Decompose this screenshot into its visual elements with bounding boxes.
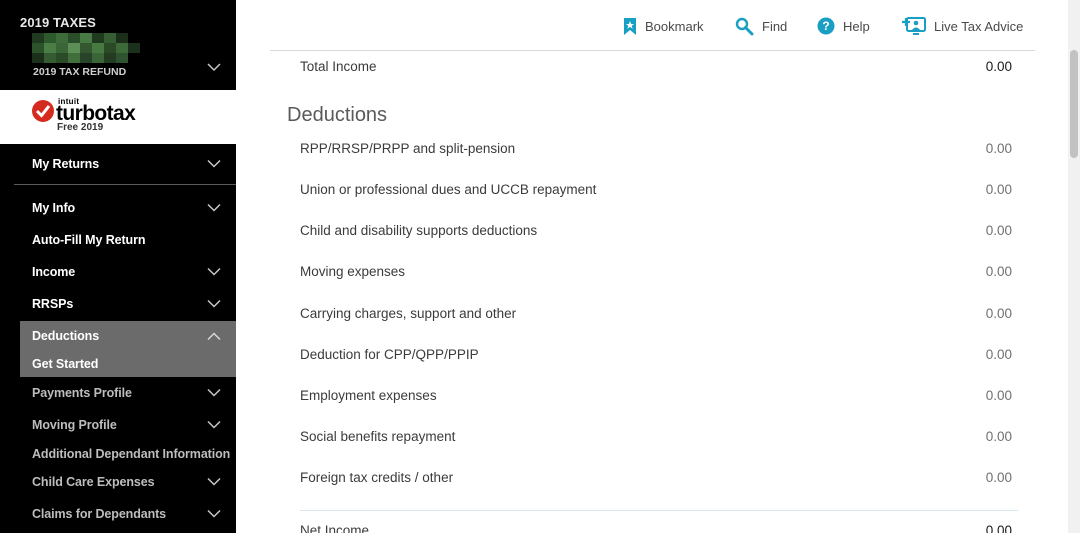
sidebar-item-claims-for-dependants[interactable]: Claims for Dependants bbox=[20, 499, 236, 529]
row-label: Social benefits repayment bbox=[300, 429, 456, 444]
sidebar-item-label: Claims for Dependants bbox=[32, 507, 167, 521]
total-income-row: Total Income 0.00 bbox=[300, 59, 1025, 79]
net-income-row: Net Income 0.00 bbox=[300, 523, 1025, 533]
deduction-row: Social benefits repayment 0.00 bbox=[300, 429, 1025, 449]
svg-text:?: ? bbox=[822, 19, 829, 33]
turbotax-logo: intuit turbotax Free 2019 bbox=[0, 90, 236, 144]
row-value: 0.00 bbox=[985, 429, 1012, 444]
chevron-up-icon bbox=[207, 332, 221, 341]
row-label: Net Income bbox=[300, 523, 370, 533]
sidebar-item-label: Moving Profile bbox=[32, 418, 117, 432]
refund-amount-redacted bbox=[32, 33, 140, 63]
sidebar-item-label: Get Started bbox=[32, 357, 99, 371]
row-label: Union or professional dues and UCCB repa… bbox=[300, 182, 597, 197]
find-button[interactable]: Find bbox=[735, 15, 787, 37]
row-value: 0.00 bbox=[985, 182, 1012, 197]
search-icon bbox=[735, 17, 754, 35]
help-icon: ? bbox=[817, 17, 835, 35]
bookmark-label: Bookmark bbox=[645, 18, 704, 34]
sidebar-item-label: Additional Dependant Information bbox=[32, 447, 231, 461]
chevron-down-icon bbox=[207, 299, 221, 308]
sidebar-item-deductions[interactable]: Deductions bbox=[20, 321, 236, 351]
sidebar-item-my-info[interactable]: My Info bbox=[20, 193, 236, 223]
deduction-row: Foreign tax credits / other 0.00 bbox=[300, 470, 1025, 490]
row-label: Total Income bbox=[300, 59, 377, 74]
row-value: 0.00 bbox=[985, 347, 1012, 362]
deduction-row: Deduction for CPP/QPP/PPIP 0.00 bbox=[300, 347, 1025, 367]
row-value: 0.00 bbox=[985, 388, 1012, 403]
sidebar-item-label: Payments Profile bbox=[32, 386, 132, 400]
scrollbar-thumb[interactable] bbox=[1070, 50, 1078, 158]
row-value: 0.00 bbox=[985, 59, 1012, 74]
sidebar-item-auto-fill[interactable]: Auto-Fill My Return bbox=[20, 225, 236, 255]
row-value: 0.00 bbox=[985, 264, 1012, 279]
row-value: 0.00 bbox=[985, 470, 1012, 485]
sidebar-item-additional-dependant-information[interactable]: Additional Dependant Information bbox=[20, 439, 236, 469]
sidebar: 2019 TAXES 2019 TAX REFUND intuit turbot… bbox=[0, 0, 236, 533]
find-label: Find bbox=[762, 18, 788, 34]
live-tax-advice-button[interactable]: Live Tax Advice bbox=[901, 15, 1023, 37]
help-button[interactable]: ? Help bbox=[817, 15, 870, 37]
row-label: Employment expenses bbox=[300, 388, 437, 403]
chevron-down-icon bbox=[207, 388, 221, 397]
checkmark-logo-icon bbox=[32, 100, 54, 122]
chevron-down-icon[interactable] bbox=[207, 63, 221, 72]
row-label: Deduction for CPP/QPP/PPIP bbox=[300, 347, 479, 362]
sidebar-item-label: Income bbox=[32, 265, 76, 279]
row-label: RPP/RRSP/PRPP and split-pension bbox=[300, 141, 516, 156]
deduction-row: Moving expenses 0.00 bbox=[300, 264, 1025, 284]
deduction-row: Child and disability supports deductions… bbox=[300, 223, 1025, 243]
chevron-down-icon bbox=[207, 203, 221, 212]
help-label: Help bbox=[843, 18, 870, 34]
row-label: Foreign tax credits / other bbox=[300, 470, 454, 485]
top-toolbar: Bookmark Find ? Help Live Tax Advice bbox=[270, 0, 1035, 51]
deduction-row: Union or professional dues and UCCB repa… bbox=[300, 182, 1025, 202]
chevron-down-icon bbox=[207, 159, 221, 168]
sidebar-item-label: Auto-Fill My Return bbox=[32, 233, 146, 247]
net-income-divider bbox=[300, 510, 1018, 511]
row-label: Child and disability supports deductions bbox=[300, 223, 538, 238]
chevron-down-icon bbox=[207, 267, 221, 276]
sidebar-item-label: RRSPs bbox=[32, 297, 74, 311]
tax-refund-label: 2019 TAX REFUND bbox=[33, 66, 127, 78]
row-label: Moving expenses bbox=[300, 264, 406, 279]
sidebar-item-moving-profile[interactable]: Moving Profile bbox=[20, 410, 236, 440]
chevron-down-icon bbox=[207, 420, 221, 429]
bookmark-button[interactable]: Bookmark bbox=[623, 15, 704, 37]
live-advice-icon bbox=[902, 17, 926, 35]
row-value: 0.00 bbox=[985, 141, 1012, 156]
main-content: Bookmark Find ? Help Live Tax Advice Tot… bbox=[236, 0, 1080, 533]
deductions-heading: Deductions bbox=[287, 104, 388, 126]
sidebar-item-my-returns[interactable]: My Returns bbox=[20, 149, 236, 179]
sidebar-item-label: Child Care Expenses bbox=[32, 475, 155, 489]
sidebar-item-label: My Returns bbox=[32, 157, 100, 171]
tax-year-title: 2019 TAXES bbox=[20, 15, 96, 30]
row-value: 0.00 bbox=[985, 223, 1012, 238]
sidebar-item-get-started[interactable]: Get Started bbox=[20, 349, 236, 379]
row-label: Carrying charges, support and other bbox=[300, 306, 517, 321]
deduction-row: RPP/RRSP/PRPP and split-pension 0.00 bbox=[300, 141, 1025, 161]
sidebar-item-child-care-expenses[interactable]: Child Care Expenses bbox=[20, 467, 236, 497]
sidebar-item-income[interactable]: Income bbox=[20, 257, 236, 287]
sidebar-item-label: My Info bbox=[32, 201, 76, 215]
sidebar-item-label: Deductions bbox=[32, 329, 100, 343]
chevron-down-icon bbox=[207, 509, 221, 518]
bookmark-icon bbox=[624, 17, 636, 35]
row-value: 0.00 bbox=[985, 523, 1012, 533]
sidebar-item-rrsps[interactable]: RRSPs bbox=[20, 289, 236, 319]
deduction-row: Employment expenses 0.00 bbox=[300, 388, 1025, 408]
row-value: 0.00 bbox=[985, 306, 1012, 321]
sidebar-item-payments-profile[interactable]: Payments Profile bbox=[20, 378, 236, 408]
nav-divider bbox=[14, 184, 236, 185]
vertical-scrollbar[interactable] bbox=[1068, 0, 1080, 533]
chevron-down-icon bbox=[207, 477, 221, 486]
edition-label: Free 2019 bbox=[57, 122, 104, 133]
live-tax-advice-label: Live Tax Advice bbox=[934, 18, 1024, 34]
deduction-row: Carrying charges, support and other 0.00 bbox=[300, 306, 1025, 326]
tax-refund-header[interactable]: 2019 TAXES 2019 TAX REFUND bbox=[0, 0, 236, 90]
